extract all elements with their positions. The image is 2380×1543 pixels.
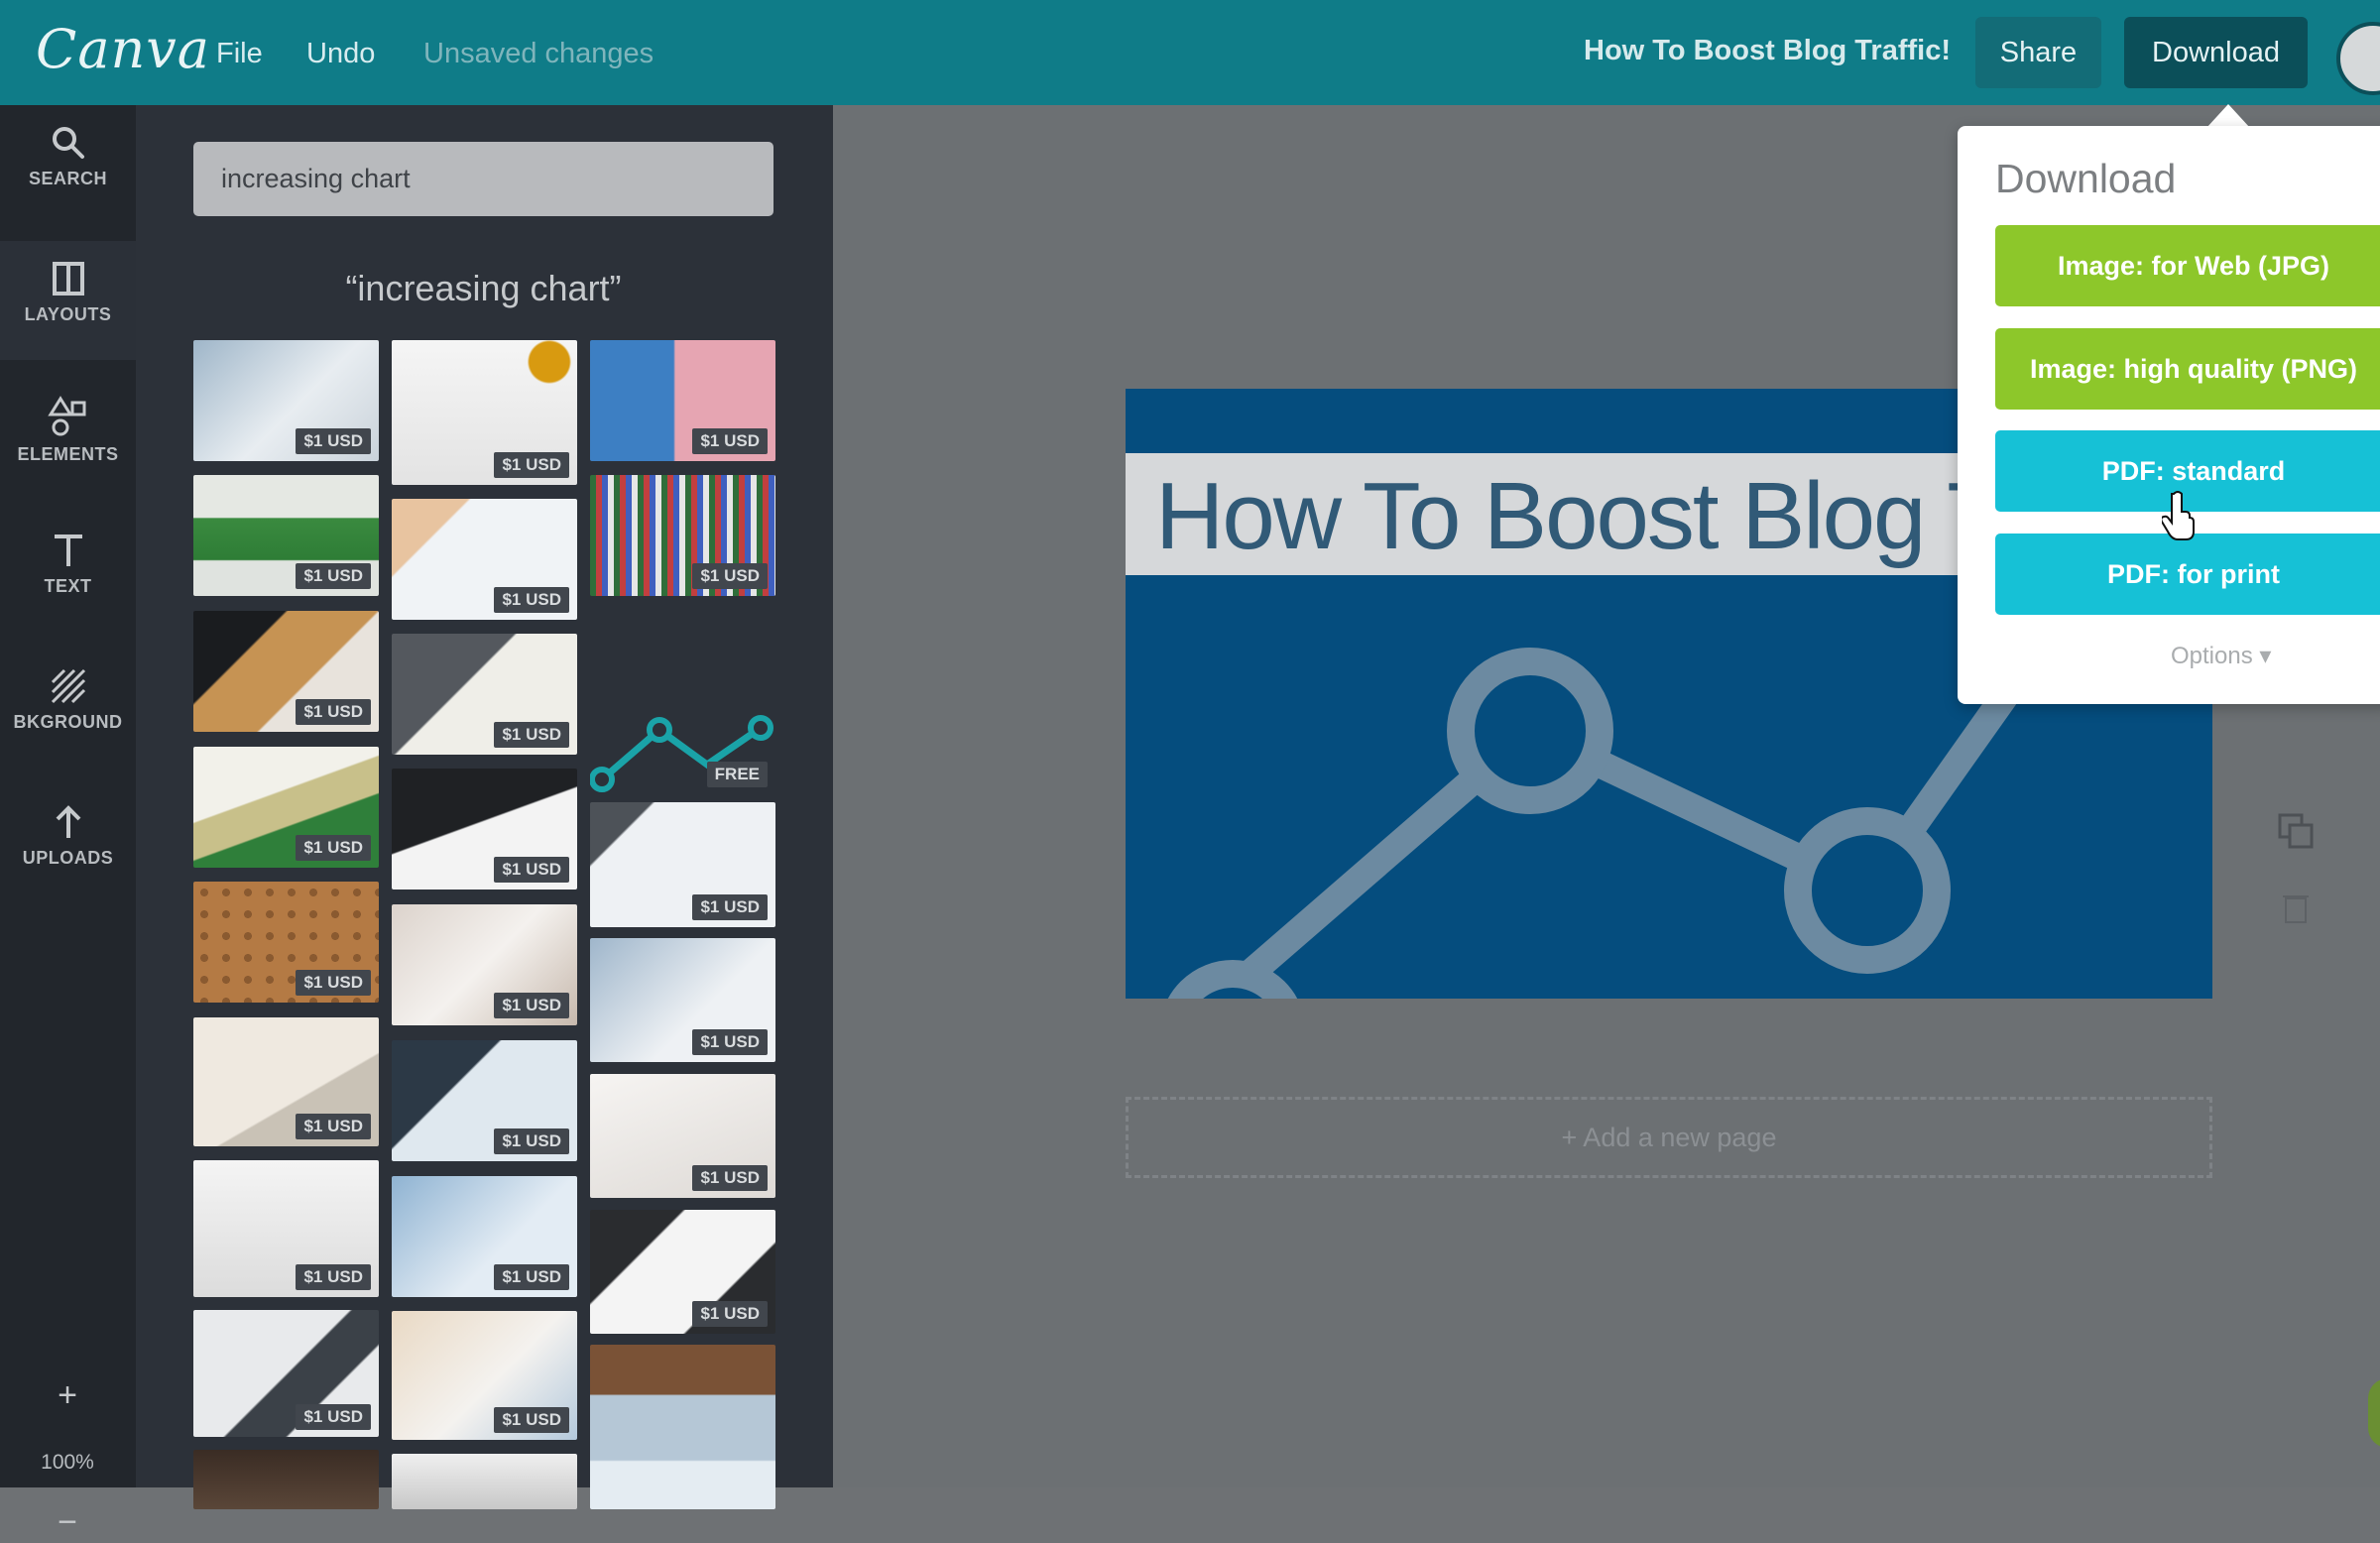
result-thumbnail[interactable]: $1 USD xyxy=(392,904,577,1025)
result-thumbnail[interactable]: $1 USD xyxy=(392,499,577,620)
price-badge: $1 USD xyxy=(692,894,768,920)
download-png-button[interactable]: Image: high quality (PNG) xyxy=(1995,328,2380,410)
rail-item-uploads[interactable]: UPLOADS xyxy=(0,784,136,903)
elements-icon xyxy=(47,396,85,436)
file-menu[interactable]: File xyxy=(216,38,263,70)
price-badge: $1 USD xyxy=(494,1407,569,1433)
text-icon xyxy=(54,534,82,566)
price-badge: $1 USD xyxy=(494,1264,569,1290)
result-thumbnail[interactable]: $1 USD xyxy=(193,340,379,461)
price-badge: $1 USD xyxy=(296,563,371,589)
rail-label: TEXT xyxy=(44,576,92,596)
popup-title: Download xyxy=(1995,156,2177,201)
result-thumbnail[interactable]: $1 USD xyxy=(193,747,379,868)
price-badge: $1 USD xyxy=(296,835,371,861)
price-badge: $1 USD xyxy=(296,428,371,454)
rail-item-text[interactable]: TEXT xyxy=(0,513,136,632)
result-thumbnail[interactable]: $1 USD xyxy=(590,1074,775,1198)
zoom-level: 100% xyxy=(41,1451,94,1474)
result-thumbnail[interactable]: $1 USD xyxy=(193,1310,379,1437)
result-thumbnail[interactable]: $1 USD xyxy=(392,769,577,890)
price-badge: $1 USD xyxy=(494,452,569,478)
rail-item-elements[interactable]: ELEMENTS xyxy=(0,377,136,496)
price-badge: $1 USD xyxy=(296,970,371,996)
download-popup: Download Image: for Web (JPG) Image: hig… xyxy=(1958,126,2380,704)
rail-item-background[interactable]: BKGROUND xyxy=(0,649,136,768)
result-thumbnail[interactable] xyxy=(590,1345,775,1509)
price-badge: $1 USD xyxy=(296,1404,371,1430)
download-pdf-print-button[interactable]: PDF: for print xyxy=(1995,534,2380,615)
result-thumbnail[interactable]: $1 USD xyxy=(590,475,775,596)
layouts-icon xyxy=(52,262,84,296)
results-heading: “increasing chart” xyxy=(345,268,622,308)
price-badge: $1 USD xyxy=(692,1165,768,1191)
result-thumbnail[interactable]: $1 USD xyxy=(590,938,775,1062)
price-badge: $1 USD xyxy=(692,563,768,589)
popup-arrow xyxy=(2206,104,2250,128)
canva-logo[interactable]: Canva xyxy=(36,18,210,80)
rail-label: LAYOUTS xyxy=(24,304,112,324)
result-thumbnail xyxy=(392,1454,577,1509)
price-badge: $1 USD xyxy=(494,1128,569,1154)
rail-label: SEARCH xyxy=(28,169,107,188)
avatar[interactable] xyxy=(2336,22,2380,95)
price-badge: $1 USD xyxy=(296,699,371,725)
copy-page-icon[interactable] xyxy=(2276,811,2316,851)
search-panel: increasing chart “increasing chart” $1 U… xyxy=(136,105,833,1509)
price-badge: $1 USD xyxy=(692,428,768,454)
price-badge: FREE xyxy=(706,762,768,787)
result-thumbnail[interactable]: FREE xyxy=(590,710,775,794)
hand-cursor-icon xyxy=(2162,491,2195,540)
result-thumbnail[interactable]: $1 USD xyxy=(392,634,577,755)
download-button[interactable]: Download xyxy=(2124,17,2308,88)
price-badge: $1 USD xyxy=(296,1264,371,1290)
zoom-out-button[interactable]: − xyxy=(48,1503,87,1543)
rail-label: ELEMENTS xyxy=(17,444,119,464)
result-thumbnail[interactable]: $1 USD xyxy=(193,1017,379,1146)
result-thumbnail xyxy=(193,1450,379,1509)
search-input[interactable]: increasing chart xyxy=(193,142,774,216)
price-badge: $1 USD xyxy=(692,1301,768,1327)
result-thumbnail[interactable]: $1 USD xyxy=(193,1160,379,1297)
download-jpg-button[interactable]: Image: for Web (JPG) xyxy=(1995,225,2380,306)
add-page-button[interactable]: + Add a new page xyxy=(1126,1097,2212,1178)
price-badge: $1 USD xyxy=(692,1029,768,1055)
result-thumbnail[interactable]: $1 USD xyxy=(392,340,577,485)
result-thumbnail[interactable]: $1 USD xyxy=(392,1040,577,1161)
zoom-in-button[interactable]: + xyxy=(48,1376,87,1416)
price-badge: $1 USD xyxy=(494,722,569,748)
result-thumbnail[interactable]: $1 USD xyxy=(193,475,379,596)
result-thumbnail[interactable]: $1 USD xyxy=(590,340,775,461)
undo-button[interactable]: Undo xyxy=(306,38,375,70)
rail-label: BKGROUND xyxy=(13,712,123,732)
result-thumbnail[interactable]: $1 USD xyxy=(392,1176,577,1297)
price-badge: $1 USD xyxy=(494,587,569,613)
background-icon xyxy=(51,668,85,704)
side-rail: SEARCH LAYOUTS ELEMENTS TEXT BKGROUND UP… xyxy=(0,105,136,1541)
result-thumbnail[interactable]: $1 USD xyxy=(193,611,379,732)
result-thumbnail[interactable]: $1 USD xyxy=(392,1311,577,1440)
document-title[interactable]: How To Boost Blog Traffic! xyxy=(1584,35,1951,67)
price-badge: $1 USD xyxy=(494,857,569,883)
result-thumbnail[interactable]: $1 USD xyxy=(193,882,379,1003)
more-options-toggle[interactable]: Options ▾ xyxy=(2171,642,2271,670)
price-badge: $1 USD xyxy=(296,1114,371,1139)
price-badge: $1 USD xyxy=(494,993,569,1018)
delete-page-icon[interactable] xyxy=(2281,890,2311,924)
help-button-edge[interactable] xyxy=(2368,1378,2380,1448)
top-bar: Canva File Undo Unsaved changes How To B… xyxy=(0,0,2380,105)
rail-item-layouts[interactable]: LAYOUTS xyxy=(0,241,136,360)
result-thumbnail[interactable]: $1 USD xyxy=(590,802,775,927)
result-thumbnail[interactable]: $1 USD xyxy=(590,1210,775,1334)
search-icon xyxy=(52,127,84,159)
rail-label: UPLOADS xyxy=(22,848,114,868)
rail-item-search[interactable]: SEARCH xyxy=(0,105,136,224)
upload-icon xyxy=(56,805,80,838)
save-status: Unsaved changes xyxy=(423,38,654,69)
share-button[interactable]: Share xyxy=(1975,17,2101,88)
